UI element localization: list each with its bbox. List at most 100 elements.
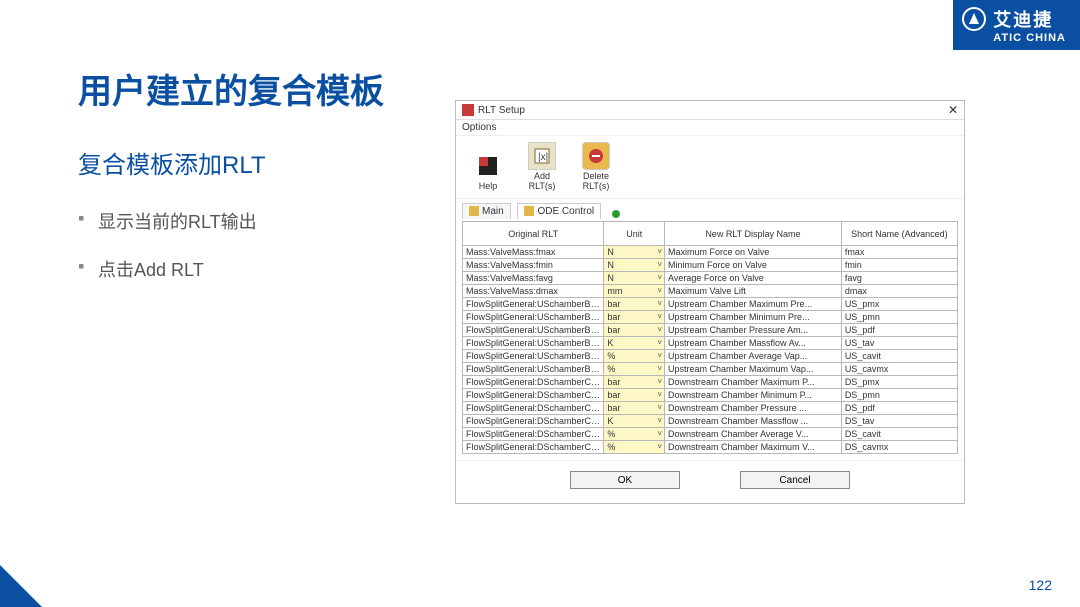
cell-unit-dropdown[interactable]: mm — [604, 285, 665, 298]
table-row[interactable]: FlowSplitGeneral:USchamberBV...%Upstream… — [463, 363, 958, 376]
help-button[interactable]: Help — [466, 152, 510, 192]
status-dot-icon — [612, 210, 620, 218]
cell-unit-dropdown[interactable]: bar — [604, 376, 665, 389]
cell-short-name: DS_pdf — [841, 402, 957, 415]
table-row[interactable]: FlowSplitGeneral:USchamberBV...barUpstre… — [463, 311, 958, 324]
cell-unit-dropdown[interactable]: bar — [604, 311, 665, 324]
table-header-row: Original RLT Unit New RLT Display Name S… — [463, 222, 958, 246]
add-rlt-label: Add RLT(s) — [529, 172, 556, 192]
dialog-titlebar: RLT Setup ✕ — [456, 101, 964, 120]
help-label: Help — [479, 182, 498, 192]
table-row[interactable]: Mass:ValveMass:favgNAverage Force on Val… — [463, 272, 958, 285]
cell-short-name: DS_cavit — [841, 428, 957, 441]
cell-original-rlt: FlowSplitGeneral:USchamberBV... — [463, 324, 604, 337]
cell-display-name: Upstream Chamber Minimum Pre... — [665, 311, 842, 324]
col-display-name: New RLT Display Name — [665, 222, 842, 246]
cell-unit-dropdown[interactable]: % — [604, 441, 665, 454]
table-row[interactable]: FlowSplitGeneral:DSchamberCV...KDownstre… — [463, 415, 958, 428]
add-rlt-button[interactable]: |x| Add RLT(s) — [520, 142, 564, 192]
cell-unit-dropdown[interactable]: K — [604, 337, 665, 350]
ok-button[interactable]: OK — [570, 471, 680, 489]
cell-unit-dropdown[interactable]: N — [604, 272, 665, 285]
page-number: 122 — [1029, 577, 1052, 593]
cell-short-name: US_pmn — [841, 311, 957, 324]
cell-display-name: Upstream Chamber Average Vap... — [665, 350, 842, 363]
delete-rlt-icon — [582, 142, 610, 170]
cell-short-name: DS_pmn — [841, 389, 957, 402]
cell-original-rlt: FlowSplitGeneral:USchamberBV... — [463, 311, 604, 324]
rlt-setup-dialog: RLT Setup ✕ Options Help |x| Add RLT(s) — [455, 100, 965, 504]
toolbar: Help |x| Add RLT(s) Delete RLT(s) — [456, 136, 964, 199]
tab-main[interactable]: Main — [462, 203, 511, 219]
cell-unit-dropdown[interactable]: % — [604, 350, 665, 363]
table-row[interactable]: FlowSplitGeneral:DSchamberCV...%Downstre… — [463, 441, 958, 454]
table-row[interactable]: Mass:ValveMass:fminNMinimum Force on Val… — [463, 259, 958, 272]
table-row[interactable]: FlowSplitGeneral:DSchamberCV...barDownst… — [463, 376, 958, 389]
page-title: 用户建立的复合模板 — [78, 64, 384, 113]
brand-en: ATIC CHINA — [993, 32, 1066, 44]
cell-display-name: Upstream Chamber Maximum Vap... — [665, 363, 842, 376]
folder-icon — [469, 206, 479, 216]
cell-unit-dropdown[interactable]: % — [604, 428, 665, 441]
cell-unit-dropdown[interactable]: bar — [604, 324, 665, 337]
table-row[interactable]: Mass:ValveMass:dmaxmmMaximum Valve Liftd… — [463, 285, 958, 298]
table-row[interactable]: Mass:ValveMass:fmaxNMaximum Force on Val… — [463, 246, 958, 259]
help-icon — [474, 152, 502, 180]
cell-display-name: Maximum Force on Valve — [665, 246, 842, 259]
tab-ode-control[interactable]: ODE Control — [517, 203, 601, 219]
cell-display-name: Downstream Chamber Average V... — [665, 428, 842, 441]
cell-short-name: US_tav — [841, 337, 957, 350]
menu-options[interactable]: Options — [456, 120, 964, 136]
table-row[interactable]: FlowSplitGeneral:USchamberBV...barUpstre… — [463, 324, 958, 337]
rlt-table: Original RLT Unit New RLT Display Name S… — [462, 221, 958, 454]
cell-display-name: Upstream Chamber Maximum Pre... — [665, 298, 842, 311]
folder-icon — [524, 206, 534, 216]
cell-unit-dropdown[interactable]: bar — [604, 402, 665, 415]
cell-original-rlt: FlowSplitGeneral:DSchamberCV... — [463, 415, 604, 428]
cell-original-rlt: Mass:ValveMass:fmin — [463, 259, 604, 272]
cell-unit-dropdown[interactable]: bar — [604, 389, 665, 402]
cell-original-rlt: Mass:ValveMass:favg — [463, 272, 604, 285]
col-short-name: Short Name (Advanced) — [841, 222, 957, 246]
cell-original-rlt: FlowSplitGeneral:DSchamberCV... — [463, 402, 604, 415]
cell-unit-dropdown[interactable]: % — [604, 363, 665, 376]
bullet-list: 显示当前的RLT输出 点击Add RLT — [78, 208, 438, 282]
delete-rlt-button[interactable]: Delete RLT(s) — [574, 142, 618, 192]
cell-short-name: DS_pmx — [841, 376, 957, 389]
cell-display-name: Downstream Chamber Minimum P... — [665, 389, 842, 402]
table-row[interactable]: FlowSplitGeneral:DSchamberCV...barDownst… — [463, 402, 958, 415]
cell-short-name: US_cavit — [841, 350, 957, 363]
cell-original-rlt: FlowSplitGeneral:DSchamberCV... — [463, 376, 604, 389]
left-column: 复合模板添加RLT 显示当前的RLT输出 点击Add RLT — [78, 145, 438, 304]
cell-original-rlt: Mass:ValveMass:fmax — [463, 246, 604, 259]
table-row[interactable]: FlowSplitGeneral:DSchamberCV...%Downstre… — [463, 428, 958, 441]
cell-display-name: Average Force on Valve — [665, 272, 842, 285]
table-row[interactable]: FlowSplitGeneral:USchamberBV...barUpstre… — [463, 298, 958, 311]
cell-short-name: fmax — [841, 246, 957, 259]
cell-original-rlt: FlowSplitGeneral:DSchamberCV... — [463, 428, 604, 441]
dialog-button-row: OK Cancel — [456, 460, 964, 503]
cell-short-name: US_pmx — [841, 298, 957, 311]
cell-original-rlt: FlowSplitGeneral:USchamberBV... — [463, 350, 604, 363]
cell-original-rlt: FlowSplitGeneral:USchamberBV... — [463, 298, 604, 311]
table-row[interactable]: FlowSplitGeneral:USchamberBV...%Upstream… — [463, 350, 958, 363]
cell-original-rlt: FlowSplitGeneral:DSchamberCV... — [463, 441, 604, 454]
cell-display-name: Downstream Chamber Maximum P... — [665, 376, 842, 389]
cell-display-name: Downstream Chamber Massflow ... — [665, 415, 842, 428]
svg-text:|x|: |x| — [538, 152, 548, 163]
cell-unit-dropdown[interactable]: N — [604, 259, 665, 272]
close-icon[interactable]: ✕ — [948, 103, 958, 117]
table-row[interactable]: FlowSplitGeneral:USchamberBV...KUpstream… — [463, 337, 958, 350]
add-rlt-icon: |x| — [528, 142, 556, 170]
cell-unit-dropdown[interactable]: K — [604, 415, 665, 428]
cancel-button[interactable]: Cancel — [740, 471, 850, 489]
cell-original-rlt: FlowSplitGeneral:DSchamberCV... — [463, 389, 604, 402]
bullet-item: 显示当前的RLT输出 — [78, 208, 438, 234]
cell-display-name: Upstream Chamber Pressure Am... — [665, 324, 842, 337]
cell-unit-dropdown[interactable]: N — [604, 246, 665, 259]
tab-main-label: Main — [482, 206, 504, 217]
cell-unit-dropdown[interactable]: bar — [604, 298, 665, 311]
cell-short-name: DS_tav — [841, 415, 957, 428]
table-row[interactable]: FlowSplitGeneral:DSchamberCV...barDownst… — [463, 389, 958, 402]
subtitle: 复合模板添加RLT — [78, 145, 438, 180]
